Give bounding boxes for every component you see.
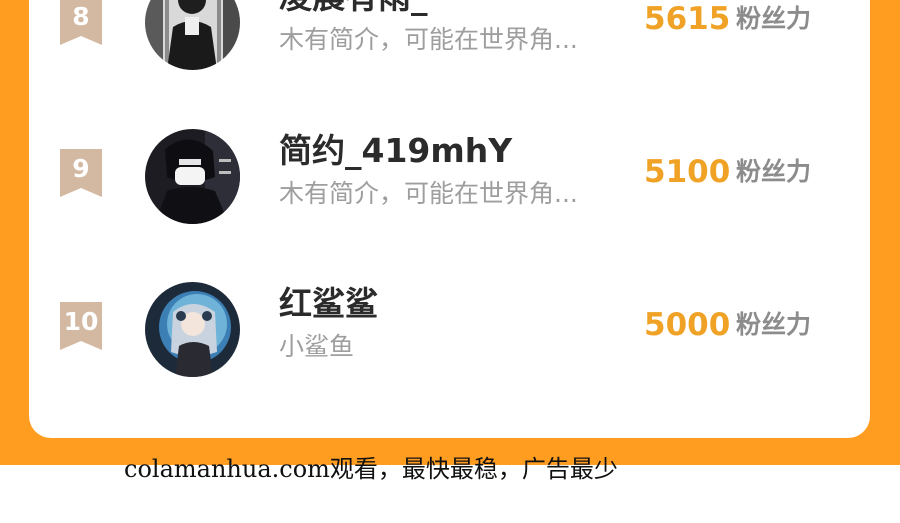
- fan-score-label: 粉丝力: [736, 157, 812, 186]
- ranking-row[interactable]: 10 红鲨鲨 小鲨鱼 5000 粉丝力: [29, 269, 870, 379]
- rank-number: 8: [72, 2, 90, 31]
- avatar[interactable]: [145, 0, 240, 70]
- user-bio: 小鲨鱼: [279, 332, 355, 361]
- user-bio: 木有简介，可能在世界角...: [279, 25, 578, 54]
- avatar[interactable]: [145, 282, 240, 377]
- fan-score: 5615: [644, 1, 731, 37]
- rank-number: 9: [72, 154, 90, 183]
- rank-number: 10: [63, 307, 99, 336]
- ranking-row[interactable]: 9 简约_419mhY 木有简介，可能在世界角... 5100 粉丝力: [29, 117, 870, 227]
- avatar[interactable]: [145, 129, 240, 224]
- fan-score-label: 粉丝力: [736, 4, 812, 33]
- fan-score-label: 粉丝力: [736, 310, 812, 339]
- fan-score: 5000: [644, 307, 731, 343]
- user-bio: 木有简介，可能在世界角...: [279, 179, 578, 208]
- user-name: 红鲨鲨: [279, 284, 378, 323]
- footer-watermark: colamanhua.com观看，最快最稳，广告最少: [124, 455, 618, 483]
- rank-badge: 9: [60, 149, 102, 197]
- user-name: 简约_419mhY: [279, 131, 513, 170]
- ranking-row[interactable]: 8 凌晨有雨_ 木有简介，可能在世界角... 5615 粉丝力: [29, 0, 870, 75]
- rank-badge: 10: [60, 302, 102, 350]
- user-name: 凌晨有雨_: [279, 0, 428, 17]
- ranking-card: 8 凌晨有雨_ 木有简介，可能在世界角... 5615 粉丝力 9: [29, 0, 870, 438]
- rank-badge: 8: [60, 0, 102, 45]
- fan-score: 5100: [644, 154, 731, 190]
